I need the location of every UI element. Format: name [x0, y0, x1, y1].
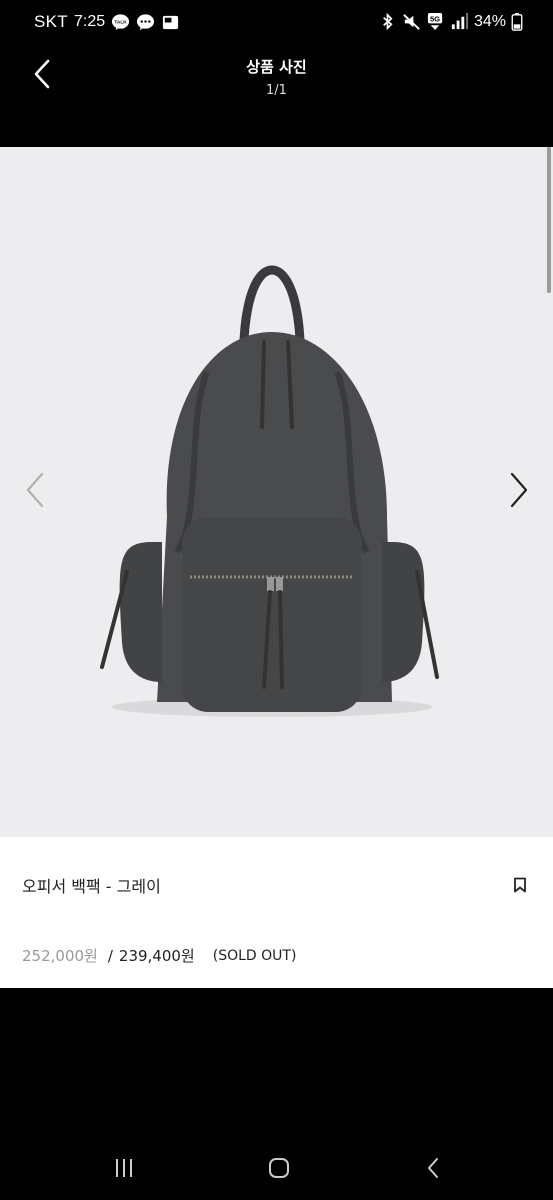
- price-separator: /: [107, 946, 113, 965]
- message-icon: [137, 13, 155, 30]
- photo-viewer[interactable]: [0, 147, 553, 837]
- price-row: 252,000원 / 239,400원 (SOLD OUT): [22, 945, 296, 966]
- system-back-button[interactable]: [417, 1154, 451, 1182]
- product-info: 오피서 백팩 - 그레이 252,000원 / 239,400원 (SOLD O…: [0, 837, 553, 988]
- scrollbar[interactable]: [547, 147, 551, 293]
- clock-time: 7:25: [73, 13, 106, 30]
- app-header: 상품 사진 1/1: [0, 48, 553, 147]
- bookmark-icon: [514, 877, 526, 893]
- original-price: 252,000원: [22, 947, 98, 965]
- recent-apps-button[interactable]: [107, 1154, 141, 1182]
- status-right: 5G 34%: [378, 12, 523, 31]
- sold-out-badge: (SOLD OUT): [212, 947, 297, 964]
- photo-counter: 1/1: [266, 83, 287, 98]
- system-nav-bar: [0, 1130, 553, 1200]
- sale-price: 239,400원: [118, 947, 195, 965]
- signal-icon: [451, 12, 469, 30]
- next-photo-button[interactable]: [500, 467, 536, 513]
- page-title: 상품 사진: [246, 58, 307, 76]
- battery-icon: [511, 12, 523, 31]
- gallery-icon: [163, 15, 179, 29]
- talk-badge-text: TALK: [114, 19, 127, 25]
- bookmark-button[interactable]: [508, 873, 532, 897]
- home-button[interactable]: [262, 1154, 296, 1182]
- home-icon: [269, 1158, 289, 1178]
- prev-photo-button[interactable]: [18, 467, 54, 513]
- product-name: 오피서 백팩 - 그레이: [22, 877, 161, 896]
- network-5g-icon: 5G: [427, 12, 443, 31]
- bluetooth-icon: [383, 12, 393, 31]
- mute-icon: [403, 14, 420, 30]
- carrier-label: SKT: [34, 12, 68, 31]
- status-bar: SKT 7:25 TALK 5G 34%: [0, 0, 553, 48]
- chevron-left-icon: [428, 1158, 438, 1178]
- kakaotalk-icon: TALK: [112, 13, 130, 30]
- battery-percent: 34%: [473, 12, 506, 30]
- backpack-image: [100, 265, 439, 717]
- status-left: SKT 7:25 TALK: [34, 12, 180, 32]
- network-label: 5G: [430, 15, 440, 24]
- recent-apps-icon: [116, 1159, 132, 1177]
